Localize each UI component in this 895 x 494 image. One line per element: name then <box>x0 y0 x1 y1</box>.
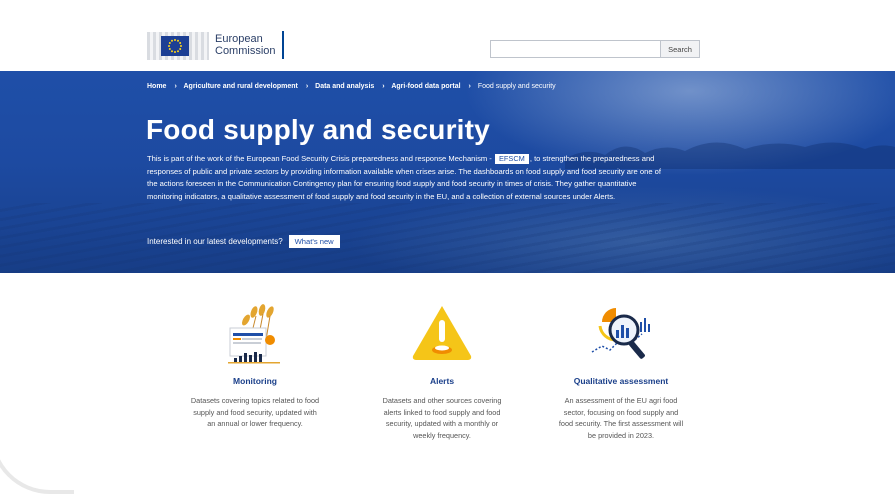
ec-logo[interactable]: European Commission <box>147 25 284 65</box>
search-form: Search <box>490 40 700 58</box>
breadcrumb-current: Food supply and security <box>477 83 556 90</box>
page-title: Food supply and security <box>146 114 490 145</box>
monitoring-icon <box>228 304 280 364</box>
breadcrumb-separator: › <box>468 83 471 90</box>
breadcrumb: Home › Agriculture and rural development ›… <box>147 83 559 90</box>
breadcrumb-separator: › <box>305 83 309 90</box>
card-description: Datasets covering topics related to food… <box>190 396 320 428</box>
whats-new-button[interactable]: What's new <box>288 235 340 248</box>
alerts-card[interactable]: Alerts Datasets and other sources coveri… <box>367 300 517 441</box>
breadcrumb-home[interactable]: Home <box>147 83 166 90</box>
hero-banner: Home › Agriculture and rural development ›… <box>0 71 895 273</box>
breadcrumb-agriculture[interactable]: Agriculture and rural development <box>183 83 297 90</box>
decorative-curve <box>0 430 74 494</box>
hero-text-part1: This is part of the work of the European… <box>147 154 492 163</box>
breadcrumb-separator: › <box>382 83 385 90</box>
breadcrumb-agri-food-portal[interactable]: Agri-food data portal <box>391 83 460 90</box>
card-description: Datasets and other sources covering aler… <box>382 396 502 440</box>
cta-text: Interested in our latest developments? <box>147 237 283 246</box>
monitoring-card[interactable]: Monitoring Datasets covering topics rela… <box>180 300 330 430</box>
card-title[interactable]: Alerts <box>367 376 517 386</box>
search-button[interactable]: Search <box>660 40 700 58</box>
logo-line2: Commission <box>215 45 276 57</box>
site-header: European Commission Search <box>0 0 895 70</box>
logo-divider <box>281 31 284 59</box>
ec-logo-graphic <box>147 26 209 64</box>
breadcrumb-separator: › <box>174 83 177 90</box>
whats-new-row: Interested in our latest developments? W… <box>147 235 340 248</box>
hero-description: This is part of the work of the European… <box>147 153 667 203</box>
card-title[interactable]: Qualitative assessment <box>546 376 696 386</box>
eu-flag-icon <box>161 36 189 56</box>
search-input[interactable] <box>490 40 660 58</box>
logo-text: European Commission <box>215 33 276 57</box>
card-title[interactable]: Monitoring <box>180 376 330 386</box>
logo-line1: European <box>215 33 263 45</box>
breadcrumb-data-analysis[interactable]: Data and analysis <box>315 83 374 90</box>
card-description: An assessment of the EU agri food sector… <box>558 396 684 440</box>
alert-icon <box>412 306 472 360</box>
efscm-link[interactable]: EFSCM <box>494 154 529 164</box>
magnifier-chart-icon <box>591 308 650 359</box>
qualitative-assessment-card[interactable]: Qualitative assessment An assessment of … <box>546 300 696 441</box>
